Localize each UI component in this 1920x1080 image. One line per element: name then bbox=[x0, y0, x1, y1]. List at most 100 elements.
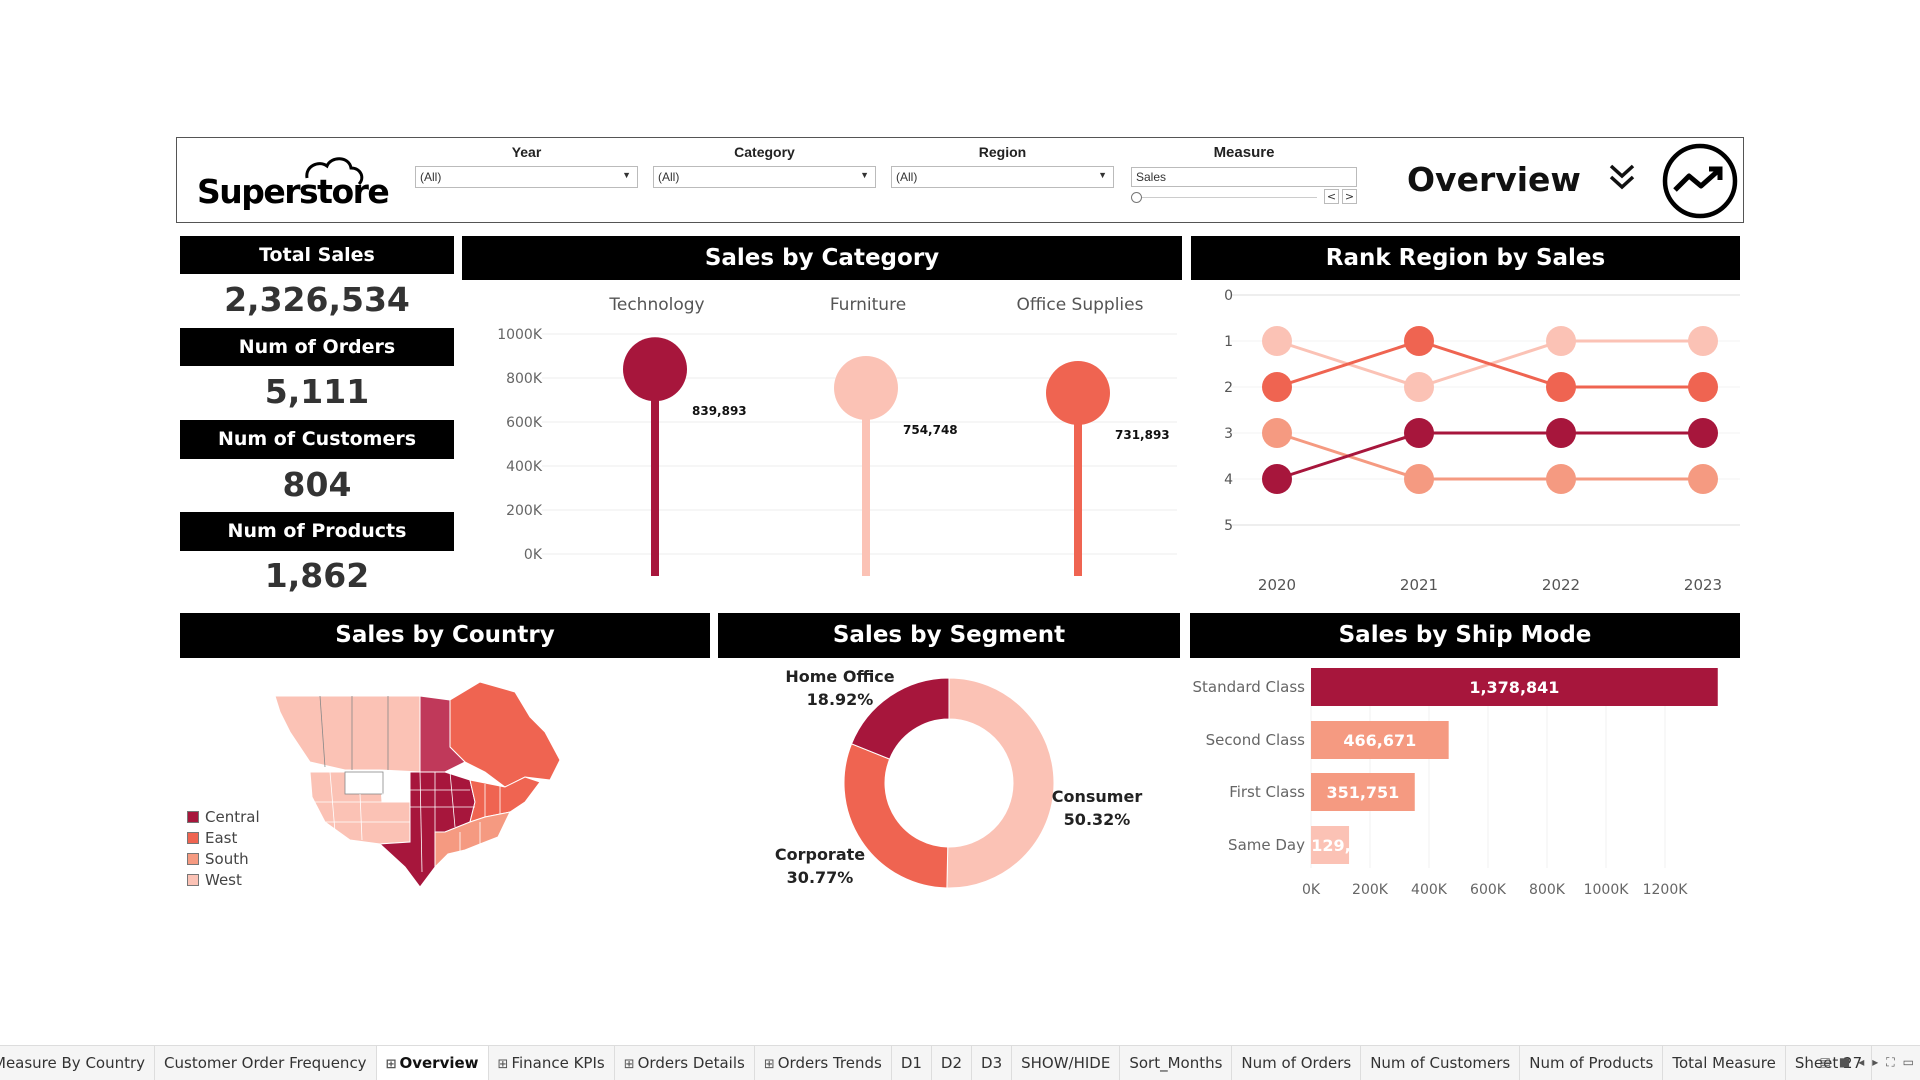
sheet-tab-label: SHOW/HIDE bbox=[1021, 1053, 1111, 1072]
double-chevron-down-icon[interactable] bbox=[1605, 160, 1639, 194]
rank-point[interactable] bbox=[1688, 418, 1718, 448]
sheet-tab-label: Orders Details bbox=[637, 1053, 745, 1072]
scroll-right-icon[interactable]: ▸ bbox=[1872, 1055, 1878, 1070]
slider-next-button[interactable]: > bbox=[1342, 189, 1357, 204]
slice-pct-label: 18.92% bbox=[807, 690, 874, 709]
slider-prev-button[interactable]: < bbox=[1324, 189, 1339, 204]
rank-point[interactable] bbox=[1546, 326, 1576, 356]
logo-text: Superstore bbox=[197, 172, 390, 211]
scroll-left-icon[interactable]: ◂ bbox=[1858, 1055, 1864, 1070]
rank-point[interactable] bbox=[1688, 372, 1718, 402]
sheet-tab[interactable]: Num of Customers bbox=[1361, 1046, 1521, 1080]
present-icon[interactable]: ▭ bbox=[1903, 1055, 1914, 1070]
slider-track bbox=[1137, 197, 1317, 198]
region-filter-label: Region bbox=[978, 144, 1027, 160]
bar-value-label: 351,751 bbox=[1326, 783, 1399, 802]
legend-item-east[interactable]: East bbox=[187, 827, 260, 848]
legend-item-central[interactable]: Central bbox=[187, 806, 260, 827]
rank-point[interactable] bbox=[1546, 418, 1576, 448]
sheet-tab-label: Total Measure bbox=[1672, 1053, 1776, 1072]
sheet-tab[interactable]: Total Measure bbox=[1663, 1046, 1786, 1080]
legend-label: South bbox=[205, 849, 249, 868]
rank-point[interactable] bbox=[1262, 418, 1292, 448]
sheet-tab[interactable]: D1 bbox=[892, 1046, 932, 1080]
map-region-canada-east[interactable] bbox=[449, 681, 561, 788]
rank-point[interactable] bbox=[1262, 326, 1292, 356]
sheet-tab[interactable]: SHOW/HIDE bbox=[1012, 1046, 1121, 1080]
rank-point[interactable] bbox=[1404, 372, 1434, 402]
sales-by-shipmode-chart[interactable]: 0K 200K 400K 600K 800K 1000K 1200K Standard Cla… bbox=[1190, 660, 1740, 910]
bar-category-label: Second Class bbox=[1206, 731, 1306, 749]
kpi-value-num-customers: 804 bbox=[282, 465, 352, 504]
rank-point[interactable] bbox=[1404, 464, 1434, 494]
sheet-tab-label: Num of Customers bbox=[1370, 1053, 1511, 1072]
list-view-icon[interactable]: ▤ bbox=[1820, 1055, 1831, 1070]
rank-point[interactable] bbox=[1688, 464, 1718, 494]
lollipop-point[interactable] bbox=[834, 355, 898, 420]
region-dropdown[interactable]: (All) ▼ bbox=[891, 166, 1114, 188]
rank-point[interactable] bbox=[1404, 326, 1434, 356]
rank-point[interactable] bbox=[1546, 372, 1576, 402]
year-filter-label: Year bbox=[511, 144, 542, 160]
sheet-tab[interactable]: D3 bbox=[972, 1046, 1013, 1080]
dashboard-icon: ⊞ bbox=[385, 1056, 397, 1072]
category-filter[interactable]: Category (All) ▼ bbox=[653, 144, 876, 188]
sheet-tab[interactable]: ⊞ Orders Details bbox=[615, 1046, 755, 1080]
sheet-tab[interactable]: ⊞ Finance KPIs bbox=[489, 1046, 615, 1080]
sheet-tab[interactable]: Sort_Months bbox=[1120, 1046, 1233, 1080]
lollipop-point[interactable] bbox=[1046, 360, 1110, 425]
sales-by-shipmode-title: Sales by Ship Mode bbox=[1190, 613, 1740, 658]
sheet-tab[interactable]: ⊞ Orders Trends bbox=[755, 1046, 892, 1080]
measure-input[interactable]: Sales bbox=[1131, 167, 1357, 187]
donut-slice[interactable] bbox=[946, 677, 1055, 889]
region-filter-value: (All) bbox=[896, 170, 918, 184]
measure-parameter[interactable]: Measure Sales < > bbox=[1131, 144, 1357, 205]
sheet-tab-label: Orders Trends bbox=[777, 1053, 882, 1072]
sheet-tab-label: D1 bbox=[900, 1053, 922, 1072]
rank-point[interactable] bbox=[1688, 326, 1718, 356]
lollipop-point[interactable] bbox=[623, 337, 687, 402]
category-dropdown[interactable]: (All) ▼ bbox=[653, 166, 876, 188]
rank-point[interactable] bbox=[1262, 464, 1292, 494]
map-region-canada-west[interactable] bbox=[274, 695, 421, 773]
legend-item-south[interactable]: South bbox=[187, 848, 260, 869]
legend-swatch bbox=[187, 831, 199, 844]
slider-knob[interactable] bbox=[1131, 192, 1142, 203]
grid-view-icon[interactable]: ■ bbox=[1839, 1055, 1850, 1070]
rank-point[interactable] bbox=[1546, 464, 1576, 494]
kpi-value-total-sales: 2,326,534 bbox=[224, 280, 410, 319]
measure-slider[interactable]: < > bbox=[1131, 189, 1357, 205]
sheet-tab[interactable]: Num of Orders bbox=[1232, 1046, 1362, 1080]
slice-name-label: Home Office bbox=[785, 667, 894, 686]
legend-swatch bbox=[187, 873, 199, 886]
trend-up-icon[interactable] bbox=[1661, 142, 1739, 220]
slice-pct-label: 30.77% bbox=[787, 868, 854, 887]
year-filter[interactable]: Year (All) ▼ bbox=[415, 144, 638, 188]
sales-by-segment-title: Sales by Segment bbox=[718, 613, 1180, 658]
rank-region-chart[interactable]: 0 1 2 3 4 5 2020 2021 2022 2023 bbox=[1191, 284, 1740, 600]
sheet-tab[interactable]: D2 bbox=[932, 1046, 973, 1080]
x-tick-label: 400K bbox=[1411, 882, 1448, 898]
sheet-tab[interactable]: ⊞ Overview bbox=[376, 1046, 489, 1080]
rank-point[interactable] bbox=[1262, 372, 1292, 402]
bar-category-label: Standard Class bbox=[1193, 678, 1306, 696]
y-tick-label: 2 bbox=[1224, 380, 1233, 396]
legend-label: East bbox=[205, 828, 238, 847]
region-filter[interactable]: Region (All) ▼ bbox=[891, 144, 1114, 188]
rank-point[interactable] bbox=[1404, 418, 1434, 448]
sheet-tab[interactable]: Customer Order Frequency bbox=[155, 1046, 377, 1080]
legend-swatch bbox=[187, 810, 199, 823]
rank-line bbox=[1276, 339, 1703, 389]
sheet-tab[interactable]: Measure By Country bbox=[0, 1046, 156, 1080]
donut-slice[interactable] bbox=[843, 743, 949, 889]
legend-label: West bbox=[205, 870, 242, 889]
legend-item-west[interactable]: West bbox=[187, 869, 260, 890]
category-header: Furniture bbox=[830, 295, 906, 315]
fullscreen-icon[interactable]: ⛶ bbox=[1886, 1055, 1894, 1070]
sales-by-segment-chart[interactable]: Consumer 50.32% Corporate 30.77% Home Office… bbox=[718, 660, 1180, 900]
year-dropdown[interactable]: (All) ▼ bbox=[415, 166, 638, 188]
sheet-tab[interactable]: Num of Products bbox=[1520, 1046, 1664, 1080]
sales-by-country-map[interactable] bbox=[270, 672, 620, 892]
sales-by-category-chart[interactable]: 0K 200K 400K 600K 800K 1000K Technology 839,893… bbox=[462, 284, 1182, 580]
kpi-title-total-sales: Total Sales bbox=[180, 236, 454, 274]
